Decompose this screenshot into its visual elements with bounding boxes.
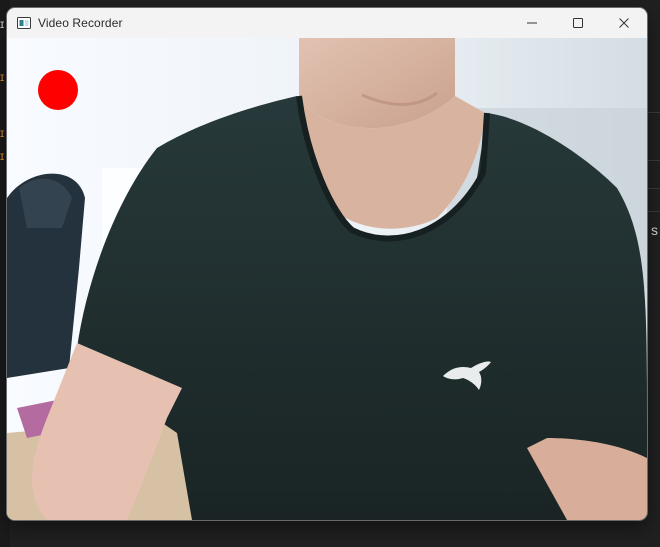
background-divider [646,188,660,189]
background-text-fragment: ɪ [0,70,5,84]
window-app-icon [16,15,32,31]
camera-frame [7,38,647,520]
background-divider [646,160,660,161]
window-title: Video Recorder [38,16,123,30]
background-text-fragment: ɪ [0,17,5,31]
title-bar[interactable]: Video Recorder [7,8,647,38]
desktop-background: ɪ ɪ ɪ ɪ s Video Recorder [0,0,660,547]
background-text-fragment: ɪ [0,126,5,140]
recording-indicator [38,70,78,110]
video-recorder-window[interactable]: Video Recorder [7,8,647,520]
close-button[interactable] [601,8,647,38]
close-icon [619,18,629,28]
minimize-icon [527,22,537,24]
maximize-icon [573,18,583,28]
background-divider [646,211,660,212]
maximize-button[interactable] [555,8,601,38]
background-text-fragment: ɪ [0,149,5,163]
background-text-fragment: s [651,222,658,238]
background-divider [646,112,660,113]
minimize-button[interactable] [509,8,555,38]
video-feed [7,38,647,520]
window-controls [509,8,647,38]
